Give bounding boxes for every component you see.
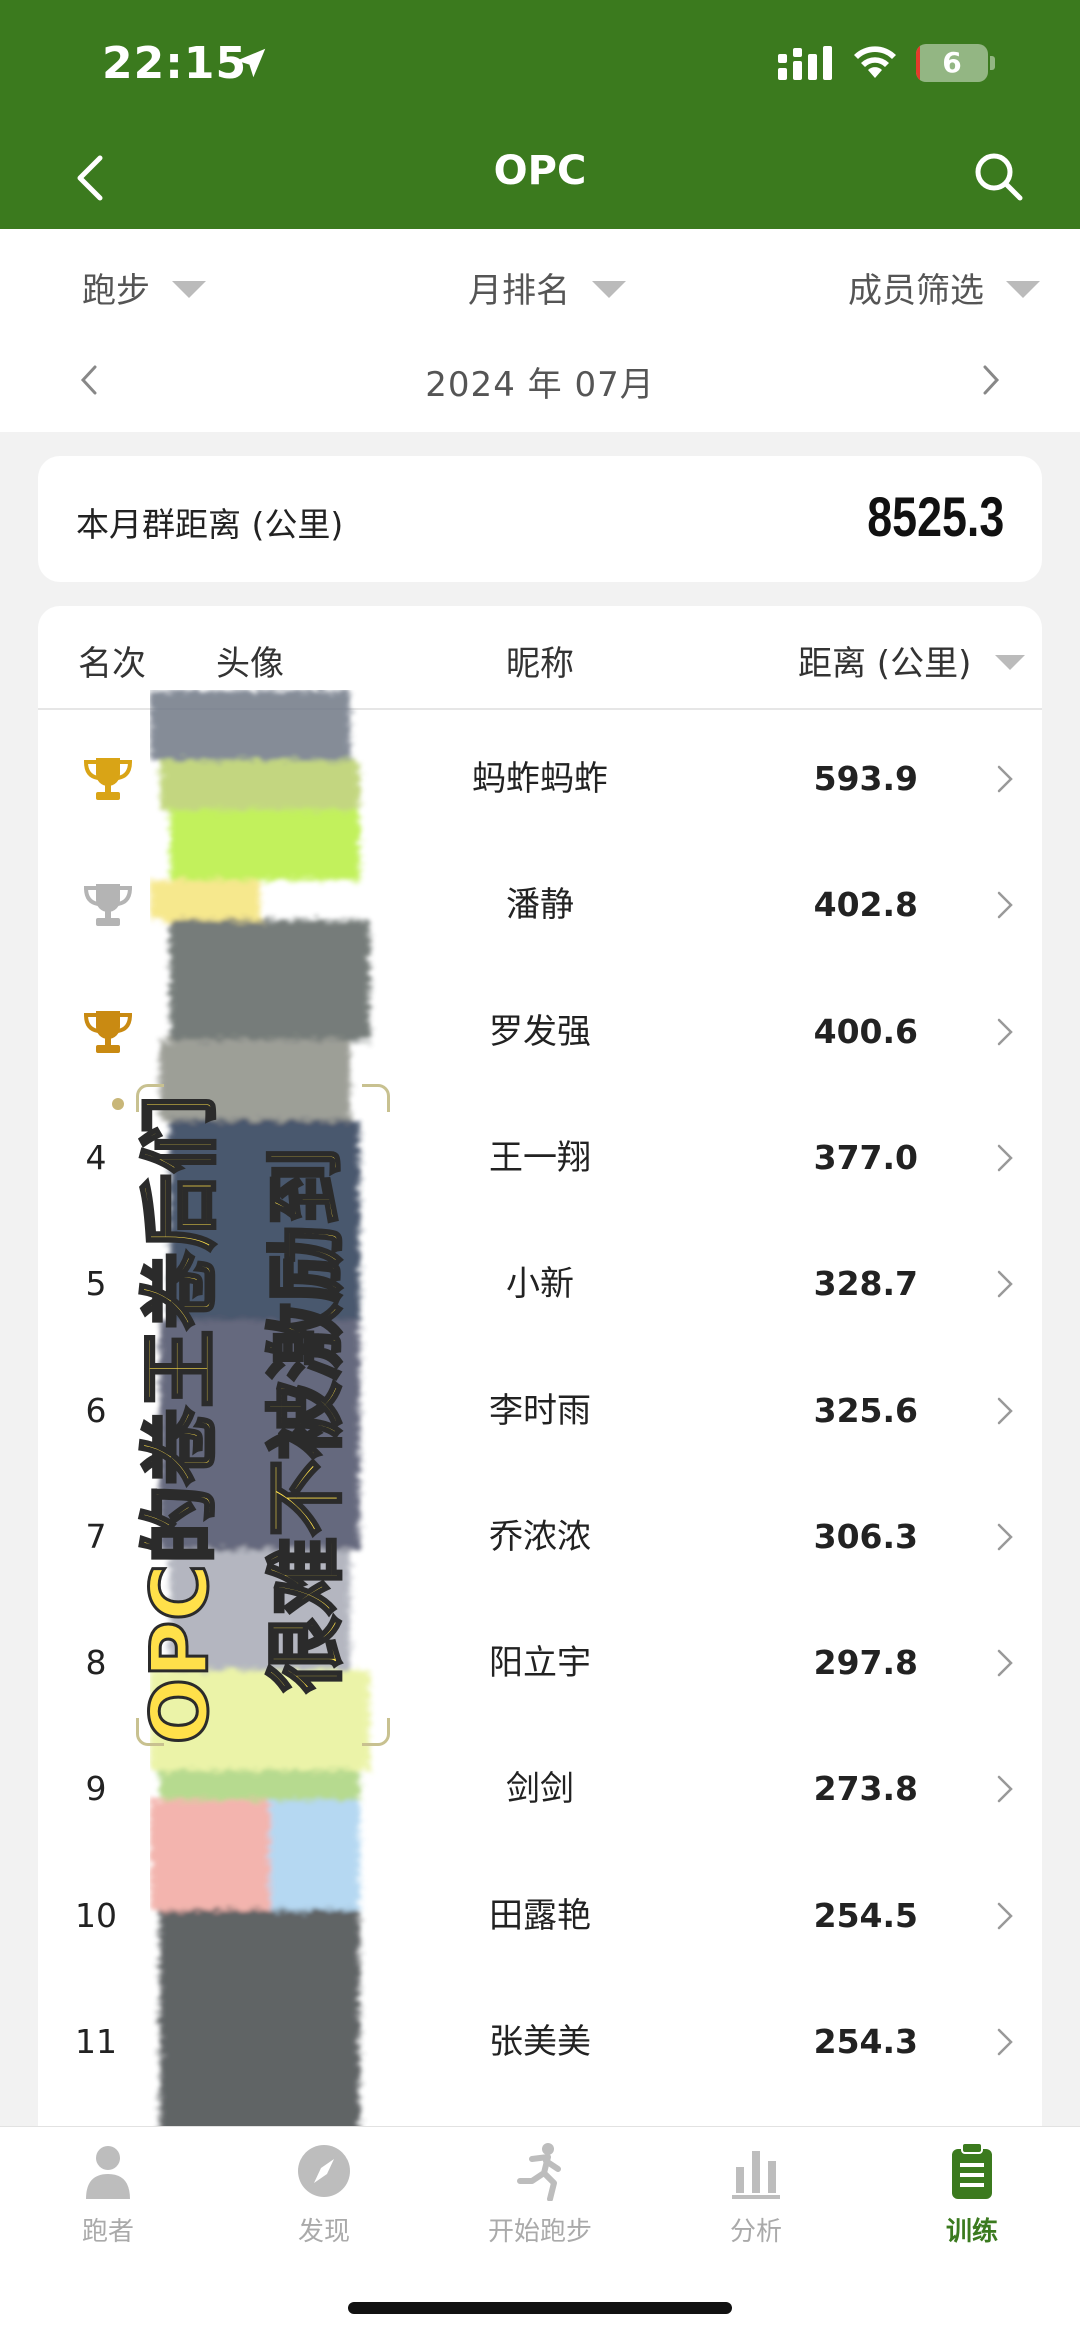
- tab-start-run[interactable]: 开始跑步: [432, 2141, 648, 2271]
- runner-distance: 273.8: [813, 1769, 918, 1809]
- person-icon: [86, 2146, 130, 2199]
- next-month-icon[interactable]: [980, 363, 1002, 397]
- group-distance-card: 本月群距离 (公里) 8525.3: [38, 456, 1042, 582]
- location-arrow-icon: [236, 48, 266, 78]
- month-label: 2024 年 07月: [425, 365, 655, 405]
- filter-sport-dropdown[interactable]: 跑步: [82, 257, 206, 317]
- runner-distance: 400.6: [813, 1011, 918, 1051]
- caption-overlay: OPC的卷王卷后们 很难不被激励到: [118, 1080, 418, 1760]
- sort-triangle-icon: [995, 655, 1026, 670]
- dropdown-triangle-icon: [1006, 280, 1040, 298]
- filter-members-dropdown[interactable]: 成员筛选: [848, 257, 1040, 317]
- chevron-right-icon: [997, 2028, 1013, 2056]
- filter-members-label: 成员筛选: [848, 270, 984, 311]
- filter-bar: 跑步 月排名 成员筛选 2024 年 07月: [0, 229, 1080, 432]
- dropdown-triangle-icon: [172, 280, 206, 298]
- runner-distance: 593.9: [813, 759, 918, 798]
- header-rank: 名次: [78, 644, 146, 684]
- caption-line-1: OPC的卷王卷后们: [135, 1094, 228, 1746]
- chevron-right-icon: [997, 765, 1013, 793]
- status-bar: 22:15 6: [0, 0, 1080, 130]
- app-header: 22:15 6 OPC: [0, 0, 1080, 229]
- chevron-right-icon: [997, 1523, 1013, 1551]
- runner-distance: 377.0: [813, 1137, 918, 1177]
- tab-discover[interactable]: 发现: [216, 2141, 432, 2271]
- tab-training[interactable]: 训练: [864, 2141, 1080, 2271]
- header-avatar: 头像: [216, 644, 284, 684]
- runner-distance: 254.5: [813, 1895, 918, 1935]
- home-indicator: [348, 2302, 732, 2314]
- chevron-right-icon: [997, 1018, 1013, 1045]
- dropdown-triangle-icon: [592, 280, 626, 298]
- tab-discover-label: 发现: [297, 2217, 350, 2247]
- chevron-right-icon: [997, 892, 1013, 919]
- runner-distance: 325.6: [813, 1390, 918, 1430]
- nav-bar: OPC: [0, 130, 1080, 229]
- battery-level: 6: [942, 46, 962, 79]
- chevron-right-icon: [997, 1902, 1013, 1929]
- battery-indicator: 6: [916, 44, 996, 82]
- tab-analysis[interactable]: 分析: [648, 2141, 864, 2271]
- wifi-icon: [854, 46, 896, 78]
- tab-runners[interactable]: 跑者: [0, 2141, 216, 2271]
- month-selector: 2024 年 07月: [0, 349, 1080, 409]
- cellular-signal-icon: [778, 46, 832, 80]
- bar-chart-icon: [732, 2151, 780, 2199]
- search-icon[interactable]: [972, 150, 1026, 204]
- runner-distance: 402.8: [813, 885, 918, 925]
- tab-training-label: 训练: [945, 2217, 998, 2247]
- chevron-right-icon: [997, 1270, 1013, 1298]
- caption-line-2: 很难不被激励到: [261, 1146, 354, 1695]
- runner-distance: 254.3: [813, 2022, 918, 2061]
- chevron-right-icon: [997, 1776, 1013, 1803]
- filter-ranking-label: 月排名: [468, 270, 570, 311]
- compass-icon: [298, 2145, 350, 2197]
- header-distance-sort[interactable]: 距离 (公里): [798, 636, 1026, 685]
- group-distance-value: 8525.3: [866, 485, 1004, 548]
- tab-start-run-label: 开始跑步: [487, 2217, 592, 2247]
- runner-icon: [517, 2143, 561, 2201]
- tab-runners-label: 跑者: [81, 2217, 134, 2247]
- filter-sport-label: 跑步: [82, 270, 150, 311]
- filter-ranking-dropdown[interactable]: 月排名: [468, 257, 626, 317]
- group-distance-label: 本月群距离 (公里): [76, 505, 344, 544]
- clipboard-icon: [952, 2142, 992, 2199]
- status-time: 22:15: [102, 38, 248, 89]
- runner-distance: 328.7: [813, 1264, 918, 1304]
- chevron-right-icon: [997, 1144, 1013, 1172]
- chevron-right-icon: [997, 1397, 1013, 1424]
- chevron-right-icon: [997, 1649, 1013, 1677]
- tab-analysis-label: 分析: [729, 2217, 782, 2247]
- page-title: OPC: [493, 148, 587, 194]
- runner-distance: 297.8: [813, 1643, 918, 1683]
- runner-distance: 306.3: [813, 1516, 918, 1556]
- header-distance-label: 距离 (公里): [798, 644, 972, 684]
